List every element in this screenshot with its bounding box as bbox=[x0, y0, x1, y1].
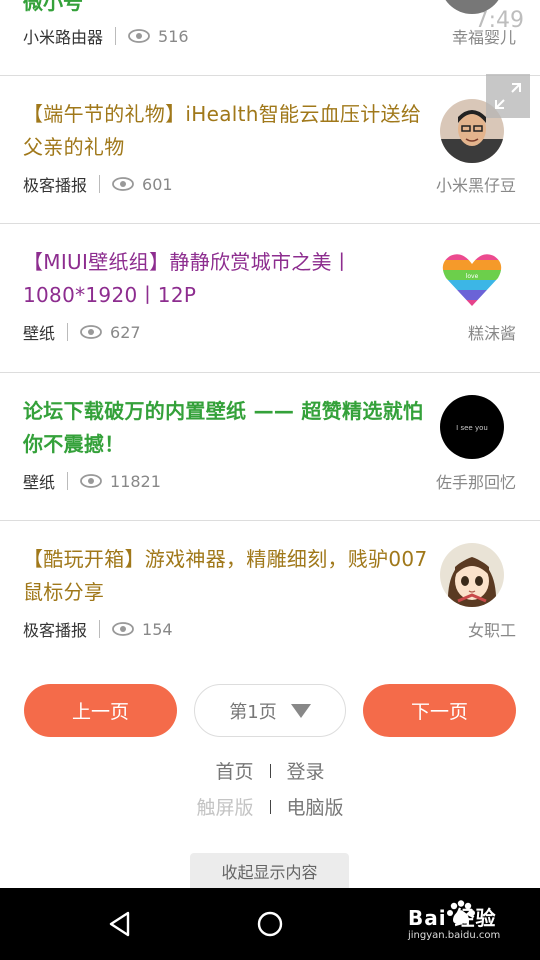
eye-icon bbox=[80, 474, 102, 488]
list-item[interactable]: 论坛下载破万的内置壁纸 —— 超赞精选就怕你不震撼！ 壁纸 11821 I se… bbox=[0, 373, 540, 521]
post-category[interactable]: 极客播报 bbox=[23, 617, 87, 641]
back-nav-icon[interactable] bbox=[106, 910, 134, 938]
post-meta: 极客播报 154 bbox=[23, 617, 173, 641]
divider bbox=[269, 763, 271, 778]
post-category[interactable]: 壁纸 bbox=[23, 320, 55, 344]
expand-icon bbox=[495, 83, 521, 109]
avatar-text: I see you bbox=[456, 424, 488, 432]
post-category[interactable]: 极客播报 bbox=[23, 172, 87, 196]
current-page-label: 第1页 bbox=[229, 701, 277, 723]
divider bbox=[99, 175, 101, 193]
login-link[interactable]: 登录 bbox=[287, 757, 325, 784]
pc-version-link[interactable]: 电脑版 bbox=[287, 793, 344, 820]
eye-icon bbox=[112, 177, 134, 191]
avatar[interactable]: love bbox=[440, 248, 504, 312]
divider bbox=[67, 323, 69, 341]
home-link[interactable]: 首页 bbox=[215, 757, 253, 784]
eye-icon bbox=[128, 29, 150, 43]
view-count: 601 bbox=[142, 174, 173, 194]
avatar-image bbox=[440, 543, 504, 607]
touch-version-link[interactable]: 触屏版 bbox=[196, 793, 253, 820]
home-nav-icon[interactable] bbox=[256, 910, 284, 938]
author-name[interactable]: 幸福婴儿 bbox=[452, 24, 516, 48]
divider bbox=[67, 472, 69, 490]
footer-links-row1: 首页 登录 bbox=[0, 757, 540, 784]
avatar-text: love bbox=[466, 273, 479, 280]
post-title[interactable]: 微小号 bbox=[23, 0, 83, 15]
footer-links-row2: 触屏版 电脑版 bbox=[0, 793, 540, 820]
baidu-url: jingyan.baidu.com bbox=[408, 930, 501, 941]
list-item[interactable]: 【端午节的礼物】iHealth智能云血压计送给父亲的礼物 极客播报 601 小米… bbox=[0, 74, 540, 224]
avatar-image: I see you bbox=[456, 424, 488, 432]
avatar[interactable]: I see you bbox=[440, 395, 504, 459]
next-page-button[interactable]: 下一页 bbox=[363, 684, 516, 737]
avatar[interactable] bbox=[440, 543, 504, 607]
author-name[interactable]: 糕沫酱 bbox=[468, 320, 516, 344]
view-count: 516 bbox=[158, 26, 189, 46]
page-select[interactable]: 第1页 bbox=[194, 684, 346, 737]
list-item[interactable]: 【酷玩开箱】游戏神器，精雕细刻，贱驴007鼠标分享 极客播报 154 女职工 bbox=[0, 521, 540, 661]
divider bbox=[115, 27, 117, 45]
post-title[interactable]: 【端午节的礼物】iHealth智能云血压计送给父亲的礼物 bbox=[23, 98, 428, 164]
expand-button[interactable] bbox=[486, 74, 530, 118]
view-count: 11821 bbox=[110, 471, 161, 491]
post-category[interactable]: 小米路由器 bbox=[23, 24, 103, 48]
avatar-image: love bbox=[442, 254, 502, 306]
list-item[interactable]: 【MIUI壁纸组】静静欣赏城市之美丨1080*1920丨12P 壁纸 627 l… bbox=[0, 224, 540, 373]
eye-icon bbox=[80, 325, 102, 339]
post-meta: 小米路由器 516 bbox=[23, 24, 189, 48]
view-count: 154 bbox=[142, 619, 173, 639]
divider bbox=[99, 620, 101, 638]
collapse-content-button[interactable]: 收起显示内容 bbox=[190, 853, 349, 889]
dropdown-arrow-icon bbox=[290, 703, 311, 718]
view-count: 627 bbox=[110, 322, 141, 342]
avatar[interactable] bbox=[440, 0, 504, 14]
post-meta: 壁纸 627 bbox=[23, 320, 141, 344]
post-category[interactable]: 壁纸 bbox=[23, 469, 55, 493]
post-title[interactable]: 论坛下载破万的内置壁纸 —— 超赞精选就怕你不震撼！ bbox=[23, 395, 428, 461]
post-meta: 壁纸 11821 bbox=[23, 469, 161, 493]
author-name[interactable]: 佐手那回忆 bbox=[436, 469, 516, 493]
baidu-logo-text: Bai 经验 bbox=[408, 906, 497, 930]
post-title[interactable]: 【MIUI壁纸组】静静欣赏城市之美丨1080*1920丨12P bbox=[23, 246, 428, 312]
author-name[interactable]: 小米黑仔豆 bbox=[436, 172, 516, 196]
divider bbox=[269, 799, 271, 814]
list-item[interactable]: 微小号 小米路由器 516 幸福婴儿 bbox=[0, 0, 540, 76]
author-name[interactable]: 女职工 bbox=[468, 617, 516, 641]
post-title[interactable]: 【酷玩开箱】游戏神器，精雕细刻，贱驴007鼠标分享 bbox=[23, 543, 428, 609]
post-meta: 极客播报 601 bbox=[23, 172, 173, 196]
prev-page-button[interactable]: 上一页 bbox=[24, 684, 177, 737]
eye-icon bbox=[112, 622, 134, 636]
